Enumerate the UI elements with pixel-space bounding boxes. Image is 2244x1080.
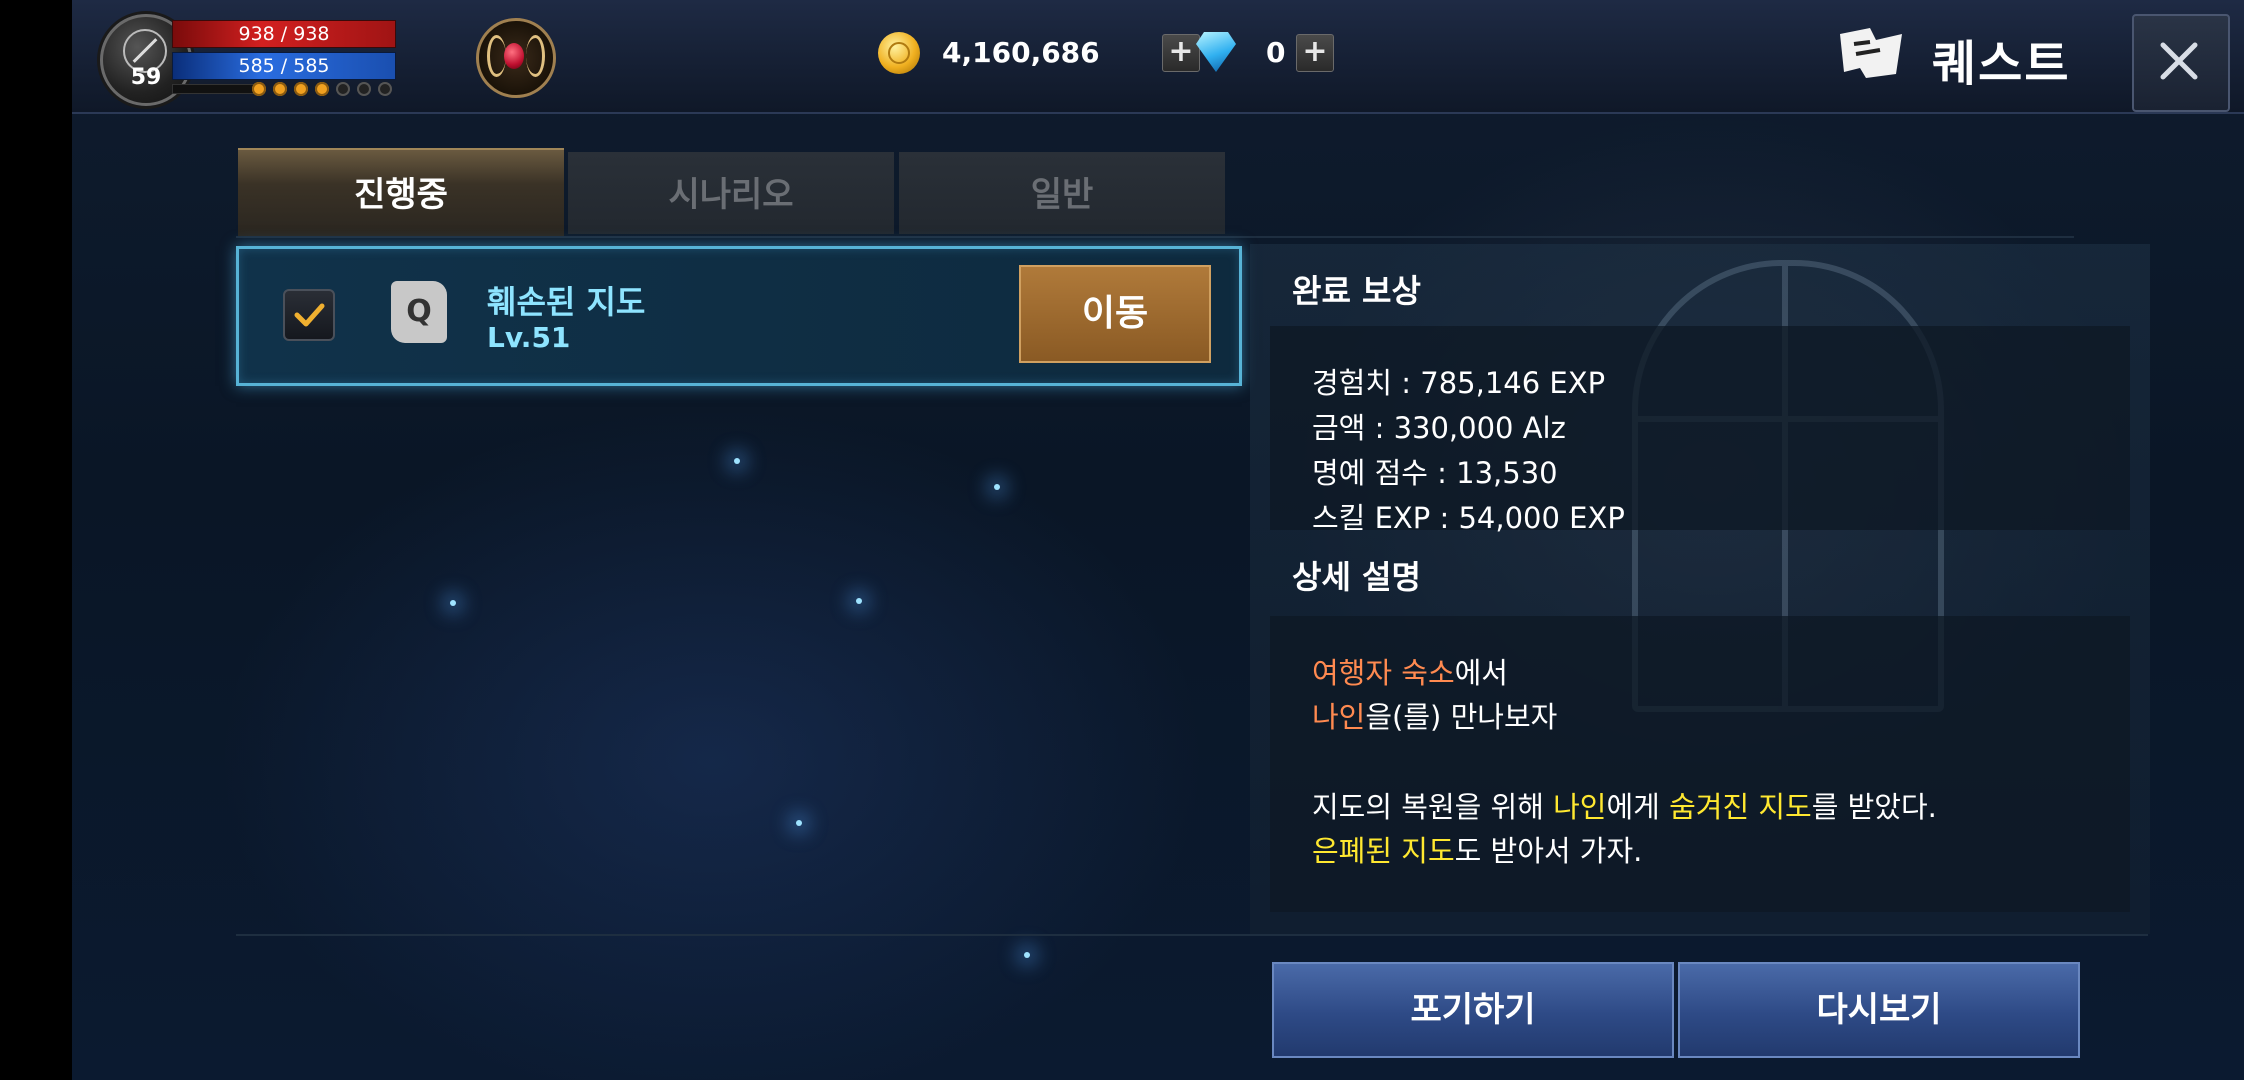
location-highlight: 여행자 숙소	[1312, 656, 1455, 690]
npc-highlight: 나인	[1312, 700, 1366, 734]
progress-dot	[273, 82, 287, 96]
hp-bar: 938 / 938	[172, 20, 396, 48]
description-text: 을(를) 만나보자	[1365, 700, 1558, 734]
quest-level: Lv.51	[487, 321, 571, 354]
description-line: 은폐된 지도도 받아서 가자.	[1312, 828, 1642, 870]
tab-divider	[236, 236, 2074, 238]
tab-in-progress[interactable]: 진행중	[238, 148, 564, 236]
add-alz-button[interactable]: +	[1162, 34, 1200, 72]
background-sparkle	[1024, 952, 1030, 958]
description-text: 에게	[1606, 790, 1670, 824]
quest-name: 훼손된 지도	[487, 283, 646, 321]
reward-honor: 명예 점수 : 13,530	[1312, 456, 1558, 490]
quest-checkbox[interactable]	[283, 289, 335, 341]
progress-dot	[252, 82, 266, 96]
item-highlight: 숨겨진 지도	[1669, 790, 1812, 824]
review-button[interactable]: 다시보기	[1678, 962, 2080, 1058]
progress-dot	[378, 82, 392, 96]
reward-skill-exp: 스킬 EXP : 54,000 EXP	[1312, 501, 1625, 535]
progress-dot	[294, 82, 308, 96]
description-title: 상세 설명	[1292, 558, 1421, 596]
background-sparkle	[856, 598, 862, 604]
gem-amount: 0	[1266, 36, 1286, 69]
description-text: 를 받았다.	[1811, 790, 1937, 824]
quest-screen: 59 938 / 938 585 / 585 4,160,686 + 0 + 퀘…	[72, 0, 2244, 1080]
progress-dot	[357, 82, 371, 96]
tab-scenario[interactable]: 시나리오	[568, 152, 894, 234]
add-gem-button[interactable]: +	[1296, 34, 1334, 72]
alz-coin-icon	[878, 32, 920, 74]
rank-wing	[526, 35, 545, 77]
hp-value: 938 / 938	[238, 23, 330, 45]
description-text: 도 받아서 가자.	[1454, 834, 1643, 868]
rewards-title: 완료 보상	[1292, 272, 1421, 310]
item-highlight: 은폐된 지도	[1312, 834, 1455, 868]
bottom-divider	[236, 934, 2148, 936]
alz-amount: 4,160,686	[942, 36, 1100, 69]
mp-bar: 585 / 585	[172, 52, 396, 80]
description-line: 나인을(를) 만나보자	[1312, 694, 1557, 736]
quest-scroll-icon: Q	[391, 281, 447, 343]
move-button[interactable]: 이동	[1019, 265, 1211, 363]
close-icon	[2160, 42, 2198, 80]
top-bar: 59 938 / 938 585 / 585 4,160,686 + 0 + 퀘…	[72, 0, 2244, 114]
description-text: 지도의 복원을 위해	[1312, 790, 1554, 824]
progress-dot	[336, 82, 350, 96]
progress-dot	[315, 82, 329, 96]
check-icon	[294, 303, 325, 327]
description-text: 에서	[1454, 656, 1508, 690]
description-line: 여행자 숙소에서	[1312, 650, 1508, 692]
gem-icon	[1196, 32, 1236, 72]
background-sparkle	[796, 820, 802, 826]
tab-general[interactable]: 일반	[899, 152, 1225, 234]
background-sparkle	[450, 600, 456, 606]
reward-exp: 경험치 : 785,146 EXP	[1312, 366, 1606, 400]
rank-gem	[504, 43, 524, 69]
progress-dots	[252, 82, 392, 96]
npc-highlight: 나인	[1553, 790, 1607, 824]
page-title: 퀘스트	[1932, 36, 2071, 92]
abandon-button[interactable]: 포기하기	[1272, 962, 1674, 1058]
quest-list-item[interactable]: Q 훼손된 지도 Lv.51 이동	[236, 246, 1242, 386]
exp-bar	[172, 84, 254, 94]
quest-scroll-icon	[1840, 28, 1902, 78]
description-line: 지도의 복원을 위해 나인에게 숨겨진 지도를 받았다.	[1312, 784, 1937, 826]
rank-badge-icon[interactable]	[476, 18, 556, 98]
close-button[interactable]	[2132, 14, 2230, 112]
mp-value: 585 / 585	[238, 55, 330, 77]
reward-alz: 금액 : 330,000 Alz	[1312, 411, 1566, 445]
background-sparkle	[994, 484, 1000, 490]
background-sparkle	[734, 458, 740, 464]
